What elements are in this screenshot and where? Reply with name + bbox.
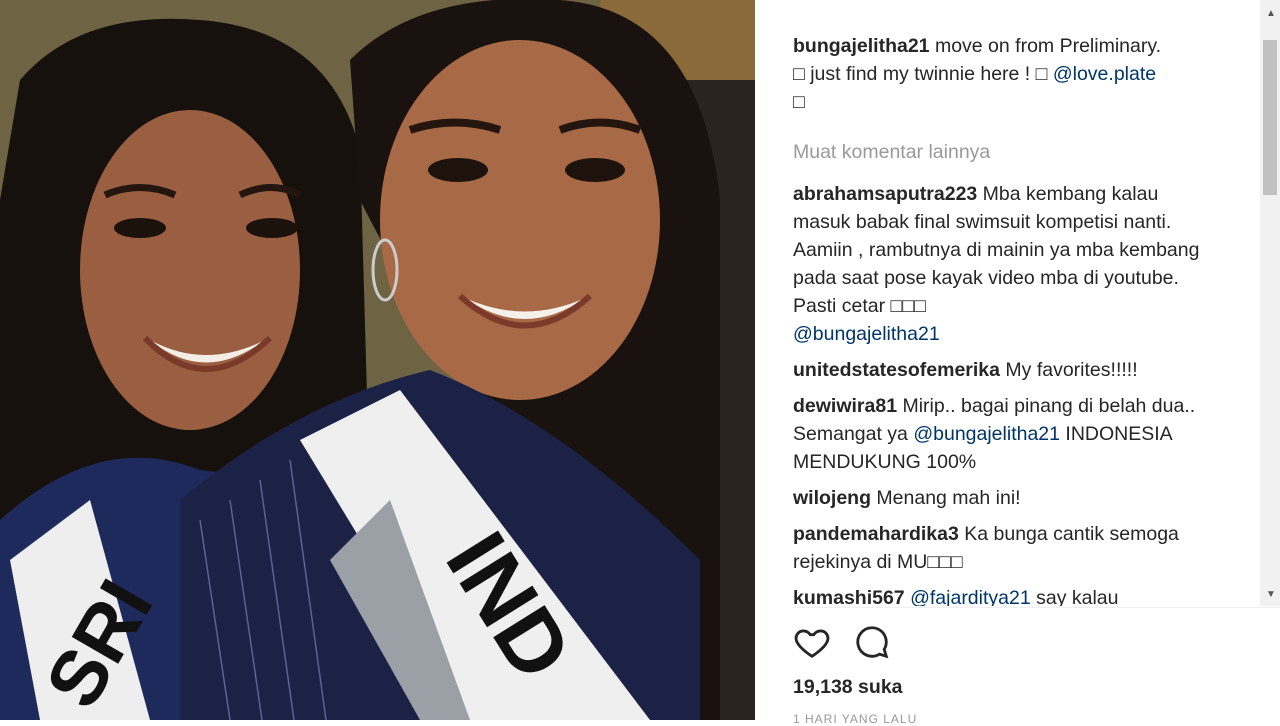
comment-text-after: say kalau (1030, 587, 1119, 606)
comment-mention[interactable]: @bungajelitha21 (793, 323, 940, 345)
scroll-up-arrow-icon[interactable]: ▲ (1266, 8, 1276, 19)
scroll-down-arrow-icon[interactable]: ▼ (1266, 589, 1276, 600)
comment-item: unitedstatesofemerika My favorites!!!!! (793, 356, 1213, 384)
comments-scrollbar[interactable]: ▲ ▼ (1260, 0, 1280, 606)
comment-username[interactable]: pandemahardika3 (793, 523, 959, 545)
post-timestamp: 1 HARI YANG LALU (793, 712, 918, 726)
comment-item: wilojeng Menang mah ini! (793, 484, 1213, 512)
load-more-comments-link[interactable]: Muat komentar lainnya (793, 138, 1213, 166)
comment-text: Menang mah ini! (871, 487, 1021, 509)
caption-mention[interactable]: @love.plate (1053, 63, 1156, 85)
scrollbar-thumb[interactable] (1263, 40, 1277, 195)
comment-mention[interactable]: @bungajelitha21 (913, 423, 1060, 445)
comment-item: dewiwira81 Mirip.. bagai pinang di belah… (793, 392, 1213, 476)
caption-line-3: □ (793, 91, 805, 113)
caption-username[interactable]: bungajelitha21 (793, 35, 930, 57)
post-photo[interactable]: SRI IND (0, 0, 755, 720)
comments-panel: bungajelitha21 move on from Preliminary.… (755, 0, 1280, 726)
heart-icon[interactable] (793, 623, 831, 661)
comment-item: kumashi567 @fajarditya21 say kalau (793, 584, 1213, 606)
comment-username[interactable]: dewiwira81 (793, 395, 897, 417)
comment-text: My favorites!!!!! (1000, 359, 1138, 381)
comment-item: abrahamsaputra223 Mba kembang kalau masu… (793, 180, 1213, 348)
comment-username[interactable]: unitedstatesofemerika (793, 359, 1000, 381)
comment-item: pandemahardika3 Ka bunga cantik semoga r… (793, 520, 1213, 576)
comment-bubble-icon[interactable] (853, 623, 891, 661)
selfie-illustration: SRI IND (0, 0, 755, 720)
divider (793, 607, 1280, 608)
caption-text: move on from Preliminary. (929, 35, 1162, 57)
comment-list[interactable]: bungajelitha21 move on from Preliminary.… (793, 0, 1213, 606)
action-bar (793, 623, 891, 661)
caption-line-2: □ just find my twinnie here ! □ (793, 63, 1053, 85)
comment-username[interactable]: kumashi567 (793, 587, 905, 606)
comment-username[interactable]: abrahamsaputra223 (793, 183, 977, 205)
comment-mention[interactable]: @fajarditya21 (910, 587, 1031, 606)
like-count[interactable]: 19,138 suka (793, 676, 903, 699)
comment-username[interactable]: wilojeng (793, 487, 871, 509)
caption: bungajelitha21 move on from Preliminary.… (793, 32, 1213, 116)
